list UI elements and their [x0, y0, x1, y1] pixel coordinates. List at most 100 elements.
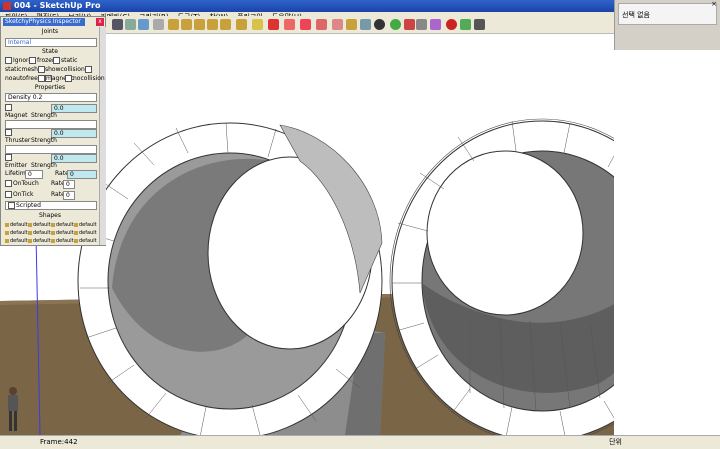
- showcollision-checkbox[interactable]: [84, 66, 92, 73]
- shape-item[interactable]: default: [5, 229, 28, 237]
- joint-icon[interactable]: [430, 19, 441, 30]
- ontouch-rate-field[interactable]: 0: [63, 180, 75, 189]
- select-icon[interactable]: [112, 19, 123, 30]
- ignore-checkbox[interactable]: [5, 57, 12, 64]
- shape-item[interactable]: default: [28, 229, 51, 237]
- state-nocollision[interactable]: nocollision: [65, 75, 105, 83]
- scale-icon[interactable]: [360, 19, 371, 30]
- box-icon[interactable]: [153, 19, 164, 30]
- shape-item[interactable]: default: [51, 229, 74, 237]
- thruster-checkbox-row[interactable]: [5, 129, 13, 137]
- physics-inspector-panel: SketchyPhysics Inspector x Joints Intern…: [0, 16, 106, 246]
- push-icon[interactable]: [220, 19, 231, 30]
- staticmesh-checkbox[interactable]: [37, 66, 45, 73]
- arc-icon[interactable]: [332, 19, 343, 30]
- static-checkbox[interactable]: [53, 57, 60, 64]
- pyramid-icon[interactable]: [194, 19, 205, 30]
- emitter-checkbox-row[interactable]: [5, 154, 13, 162]
- emitter-label: Emitter: [5, 162, 28, 169]
- close-icon[interactable]: ×: [711, 0, 717, 8]
- magnet-strength-label: Strength: [31, 112, 57, 119]
- magnet-checkbox[interactable]: [5, 104, 12, 111]
- magnet-checkbox-row[interactable]: [5, 104, 13, 112]
- ontouch-checkbox[interactable]: [5, 180, 12, 187]
- state-showcollision[interactable]: showcollision: [45, 66, 93, 74]
- shape-item[interactable]: default: [51, 237, 74, 245]
- density-field[interactable]: Density 0.2: [5, 93, 97, 102]
- selection-text: 선택 없음: [622, 11, 650, 19]
- thruster-value-field[interactable]: 0.0: [51, 129, 97, 138]
- magnetic-checkbox[interactable]: [38, 75, 45, 82]
- ontouch-label: OnTouch: [13, 180, 39, 187]
- play-icon[interactable]: [460, 19, 471, 30]
- entity-info-panel: 선택 없음 ×: [614, 0, 720, 50]
- orbit-icon[interactable]: [374, 19, 385, 30]
- close-icon[interactable]: x: [96, 18, 104, 26]
- circle-icon[interactable]: [316, 19, 327, 30]
- scripted-checkbox[interactable]: [8, 202, 15, 209]
- showcollision-label: showcollision: [45, 66, 85, 73]
- ontick-row[interactable]: OnTick: [5, 191, 33, 199]
- shape-item[interactable]: default: [51, 221, 74, 229]
- state-static[interactable]: static: [53, 57, 77, 65]
- rotate-icon[interactable]: [252, 19, 263, 30]
- cone-icon[interactable]: [181, 19, 192, 30]
- app-icon: [3, 2, 11, 10]
- ontick-rate-field[interactable]: 0: [63, 191, 75, 200]
- emitter-strength-label: Strength: [31, 162, 57, 169]
- frame-counter: Frame:442: [40, 438, 78, 446]
- thruster-checkbox[interactable]: [5, 129, 12, 136]
- nocollision-checkbox[interactable]: [65, 75, 72, 82]
- cylinder-icon[interactable]: [168, 19, 179, 30]
- thruster-text-field[interactable]: [5, 145, 97, 154]
- rate-field[interactable]: 0: [67, 170, 97, 179]
- ontick-label: OnTick: [13, 191, 34, 198]
- joints-field[interactable]: Internal: [5, 38, 97, 47]
- window-title-bar[interactable]: 004 - SketchUp Pro: [0, 0, 614, 12]
- paint-icon[interactable]: [138, 19, 149, 30]
- magnet-value-field[interactable]: 0.0: [51, 104, 97, 113]
- eraser-icon[interactable]: [125, 19, 136, 30]
- nocollision-label: nocollision: [73, 75, 105, 82]
- properties-header: Properties: [34, 84, 66, 91]
- shape-item[interactable]: default: [5, 237, 28, 245]
- ontick-checkbox[interactable]: [5, 191, 12, 198]
- density-label: Density: [8, 94, 31, 101]
- right-canvas-area: [614, 50, 720, 435]
- tube-icon[interactable]: [236, 19, 247, 30]
- scene-svg: [0, 32, 720, 444]
- frozen-checkbox[interactable]: [29, 57, 36, 64]
- scripted-row[interactable]: Scripted: [5, 201, 97, 210]
- torus-icon[interactable]: [207, 19, 218, 30]
- record-icon[interactable]: [446, 19, 457, 30]
- move-icon[interactable]: [346, 19, 357, 30]
- emitter-value-field[interactable]: 0.0: [51, 154, 97, 163]
- staticmesh-label: staticmesh: [5, 66, 38, 73]
- status-bar: Frame:442 단위: [0, 435, 720, 449]
- shape-item[interactable]: default: [74, 221, 97, 229]
- selection-header: 선택 없음: [618, 3, 717, 25]
- stop-icon[interactable]: [474, 19, 485, 30]
- shape-item[interactable]: default: [28, 221, 51, 229]
- magnet-icon[interactable]: [404, 19, 415, 30]
- wand-icon[interactable]: [416, 19, 427, 30]
- state-staticmesh[interactable]: staticmesh: [5, 66, 46, 74]
- shape-item[interactable]: default: [74, 229, 97, 237]
- shape-item[interactable]: default: [5, 221, 28, 229]
- inspector-title[interactable]: SketchyPhysics Inspector: [3, 18, 85, 26]
- line-tool-icon[interactable]: [300, 19, 311, 30]
- line-icon[interactable]: [268, 19, 279, 30]
- static-label: static: [61, 57, 78, 64]
- magnet-text-field[interactable]: [5, 120, 97, 129]
- zoom-icon[interactable]: [390, 19, 401, 30]
- panel-scrollbar[interactable]: [99, 27, 106, 245]
- lifetime-field[interactable]: 0: [25, 170, 43, 179]
- shapes-header: Shapes: [39, 212, 61, 219]
- state-frozen[interactable]: frozen: [29, 57, 56, 65]
- model-viewport[interactable]: [0, 32, 720, 444]
- rect-icon[interactable]: [284, 19, 295, 30]
- shape-item[interactable]: default: [28, 237, 51, 245]
- ontouch-row[interactable]: OnTouch: [5, 180, 39, 188]
- emitter-checkbox[interactable]: [5, 154, 12, 161]
- shape-item[interactable]: default: [74, 237, 97, 245]
